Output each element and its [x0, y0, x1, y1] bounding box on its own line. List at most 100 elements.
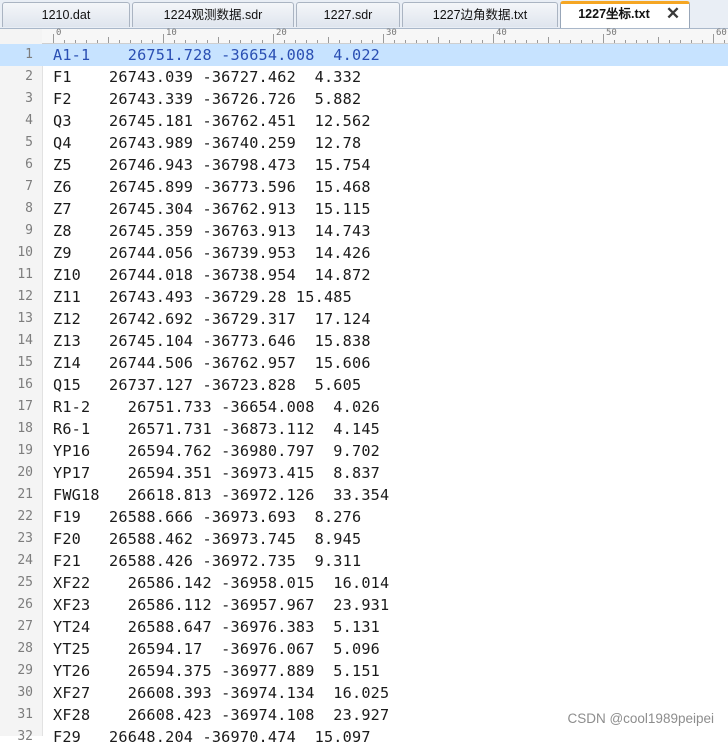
line-text[interactable]: R1-2 26751.733 -36654.008 4.026 — [53, 396, 380, 418]
line-text[interactable]: A1-1 26751.728 -36654.008 4.022 — [53, 44, 380, 66]
ruler-tick — [196, 40, 197, 43]
tab-1210-dat[interactable]: 1210.dat — [2, 2, 130, 27]
tab-1227-sdr[interactable]: 1227.sdr — [296, 2, 400, 27]
line-text[interactable]: XF28 26608.423 -36974.108 23.927 — [53, 704, 389, 726]
text-line[interactable]: 26 XF23 26586.112 -36957.967 23.931 — [0, 594, 728, 616]
ruler-tick — [394, 40, 395, 43]
line-text[interactable]: F2 26743.339 -36726.726 5.882 — [53, 88, 361, 110]
text-line[interactable]: 29 YT26 26594.375 -36977.889 5.151 — [0, 660, 728, 682]
line-text[interactable]: Q3 26745.181 -36762.451 12.562 — [53, 110, 371, 132]
line-number: 27 — [17, 619, 33, 634]
ruler-number: 0 — [56, 28, 62, 38]
text-line[interactable]: 6 Z5 26746.943 -36798.473 15.754 — [0, 154, 728, 176]
line-number: 21 — [17, 487, 33, 502]
line-text[interactable]: F1 26743.039 -36727.462 4.332 — [53, 66, 361, 88]
text-line[interactable]: 21 FWG18 26618.813 -36972.126 33.354 — [0, 484, 728, 506]
text-line[interactable]: 23 F20 26588.462 -36973.745 8.945 — [0, 528, 728, 550]
line-text[interactable]: Z11 26743.493 -36729.28 15.485 — [53, 286, 352, 308]
line-text[interactable]: Z8 26745.359 -36763.913 14.743 — [53, 220, 371, 242]
line-text[interactable]: Q15 26737.127 -36723.828 5.605 — [53, 374, 361, 396]
ruler-number: 10 — [166, 28, 177, 38]
text-line[interactable]: 13 Z12 26742.692 -36729.317 17.124 — [0, 308, 728, 330]
text-line[interactable]: 17 R1-2 26751.733 -36654.008 4.026 — [0, 396, 728, 418]
current-line[interactable]: 1 A1-1 26751.728 -36654.008 4.022 — [0, 44, 728, 66]
line-text[interactable]: Q4 26743.989 -36740.259 12.78 — [53, 132, 361, 154]
text-line[interactable]: 12 Z11 26743.493 -36729.28 15.485 — [0, 286, 728, 308]
line-text[interactable]: YP17 26594.351 -36973.415 8.837 — [53, 462, 380, 484]
ruler-tick — [515, 40, 516, 43]
text-line[interactable]: 25 XF22 26586.142 -36958.015 16.014 — [0, 572, 728, 594]
ruler-tick — [152, 40, 153, 43]
ruler-tick — [658, 37, 659, 43]
ruler-tick — [108, 37, 109, 43]
text-line[interactable]: 24 F21 26588.426 -36972.735 9.311 — [0, 550, 728, 572]
line-text[interactable]: YT26 26594.375 -36977.889 5.151 — [53, 660, 380, 682]
line-text[interactable]: Z6 26745.899 -36773.596 15.468 — [53, 176, 371, 198]
text-line[interactable]: 3 F2 26743.339 -36726.726 5.882 — [0, 88, 728, 110]
text-line[interactable]: 28 YT25 26594.17 -36976.067 5.096 — [0, 638, 728, 660]
tab-1227-coords[interactable]: 1227坐标.txt ✕ — [560, 1, 690, 28]
ruler-tick — [240, 40, 241, 43]
line-number: 11 — [17, 267, 33, 282]
ruler-tick — [504, 40, 505, 43]
text-line[interactable]: 2 F1 26743.039 -36727.462 4.332 — [0, 66, 728, 88]
line-text[interactable]: Z14 26744.506 -36762.957 15.606 — [53, 352, 371, 374]
line-text[interactable]: YT25 26594.17 -36976.067 5.096 — [53, 638, 380, 660]
line-text[interactable]: FWG18 26618.813 -36972.126 33.354 — [53, 484, 389, 506]
line-number: 25 — [17, 575, 33, 590]
line-text[interactable]: F29 26648.204 -36970.474 15.097 — [53, 726, 371, 748]
text-editor[interactable]: 1 A1-1 26751.728 -36654.008 4.022 2 F1 2674… — [0, 44, 728, 748]
text-line[interactable]: 15 Z14 26744.506 -36762.957 15.606 — [0, 352, 728, 374]
text-line[interactable]: 30 XF27 26608.393 -36974.134 16.025 — [0, 682, 728, 704]
line-text[interactable]: XF27 26608.393 -36974.134 16.025 — [53, 682, 389, 704]
ruler-tick — [64, 40, 65, 43]
line-number: 19 — [17, 443, 33, 458]
line-text[interactable]: Z13 26745.104 -36773.646 15.838 — [53, 330, 371, 352]
line-text[interactable]: F20 26588.462 -36973.745 8.945 — [53, 528, 361, 550]
text-line[interactable]: 14 Z13 26745.104 -36773.646 15.838 — [0, 330, 728, 352]
text-line[interactable]: 4 Q3 26745.181 -36762.451 12.562 — [0, 110, 728, 132]
text-line[interactable]: 11 Z10 26744.018 -36738.954 14.872 — [0, 264, 728, 286]
tab-1224-sdr[interactable]: 1224观测数据.sdr — [132, 2, 294, 27]
line-number: 30 — [17, 685, 33, 700]
text-line[interactable]: 7 Z6 26745.899 -36773.596 15.468 — [0, 176, 728, 198]
text-line[interactable]: 19 YP16 26594.762 -36980.797 9.702 — [0, 440, 728, 462]
text-line[interactable]: 18 R6-1 26571.731 -36873.112 4.145 — [0, 418, 728, 440]
text-line[interactable]: 8 Z7 26745.304 -36762.913 15.115 — [0, 198, 728, 220]
text-line[interactable]: 20 YP17 26594.351 -36973.415 8.837 — [0, 462, 728, 484]
line-text[interactable]: YT24 26588.647 -36976.383 5.131 — [53, 616, 380, 638]
line-number: 22 — [17, 509, 33, 524]
close-icon[interactable]: ✕ — [665, 5, 681, 22]
text-line[interactable]: 27 YT24 26588.647 -36976.383 5.131 — [0, 616, 728, 638]
line-text[interactable]: Z9 26744.056 -36739.953 14.426 — [53, 242, 371, 264]
tab-1227-edge-data[interactable]: 1227边角数据.txt — [402, 2, 558, 27]
ruler-tick — [482, 40, 483, 43]
line-text[interactable]: Z5 26746.943 -36798.473 15.754 — [53, 154, 371, 176]
text-line[interactable]: 5 Q4 26743.989 -36740.259 12.78 — [0, 132, 728, 154]
ruler-tick — [53, 34, 54, 43]
ruler-tick — [581, 40, 582, 43]
ruler-tick — [229, 40, 230, 43]
line-text[interactable]: R6-1 26571.731 -36873.112 4.145 — [53, 418, 380, 440]
text-line[interactable]: 22 F19 26588.666 -36973.693 8.276 — [0, 506, 728, 528]
line-text[interactable]: XF23 26586.112 -36957.967 23.931 — [53, 594, 389, 616]
ruler-tick — [702, 40, 703, 43]
line-text[interactable]: F21 26588.426 -36972.735 9.311 — [53, 550, 361, 572]
ruler-tick — [405, 40, 406, 43]
line-text[interactable]: XF22 26586.142 -36958.015 16.014 — [53, 572, 389, 594]
text-line[interactable]: 10 Z9 26744.056 -36739.953 14.426 — [0, 242, 728, 264]
text-line[interactable]: 32 F29 26648.204 -36970.474 15.097 — [0, 726, 728, 748]
line-text[interactable]: Z7 26745.304 -36762.913 15.115 — [53, 198, 371, 220]
tab-label: 1227边角数据.txt — [432, 8, 528, 22]
line-text[interactable]: YP16 26594.762 -36980.797 9.702 — [53, 440, 380, 462]
ruler-tick — [713, 34, 714, 43]
text-line[interactable]: 9 Z8 26745.359 -36763.913 14.743 — [0, 220, 728, 242]
ruler-tick — [383, 34, 384, 43]
line-text[interactable]: Z12 26742.692 -36729.317 17.124 — [53, 308, 371, 330]
line-text[interactable]: F19 26588.666 -36973.693 8.276 — [53, 506, 361, 528]
line-text[interactable]: Z10 26744.018 -36738.954 14.872 — [53, 264, 371, 286]
ruler-tick — [625, 40, 626, 43]
text-line[interactable]: 16 Q15 26737.127 -36723.828 5.605 — [0, 374, 728, 396]
line-number: 14 — [17, 333, 33, 348]
line-number: 13 — [17, 311, 33, 326]
